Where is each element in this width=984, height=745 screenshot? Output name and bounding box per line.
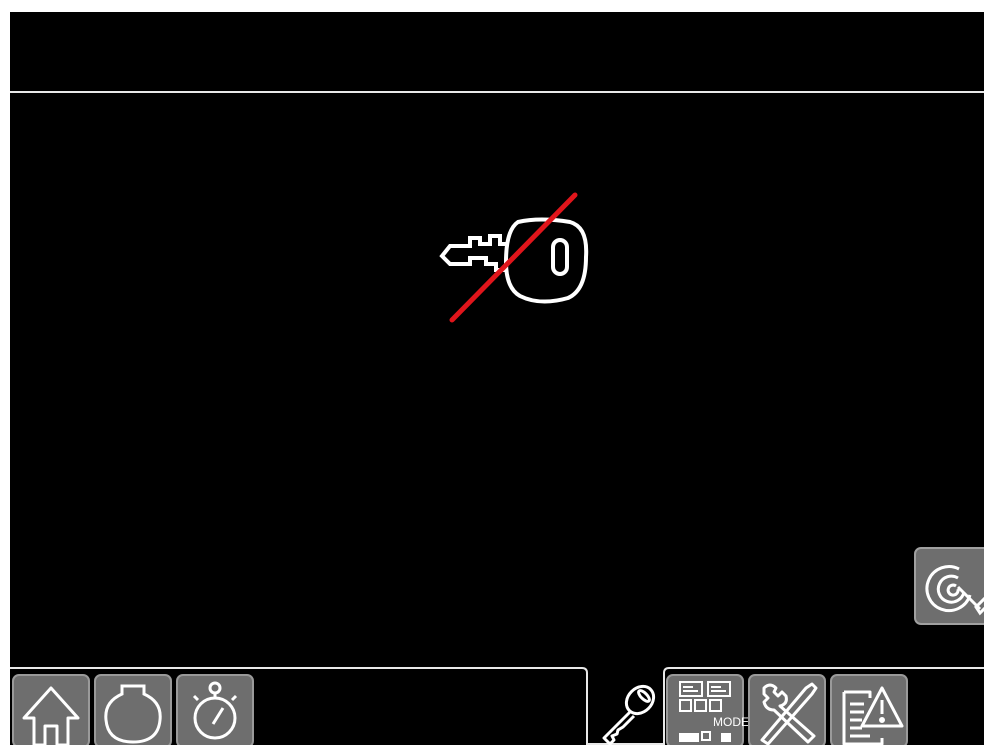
tab-home[interactable] <box>12 674 90 745</box>
header-bar <box>10 12 984 90</box>
display-screen: MODE <box>10 12 984 745</box>
key-icon <box>602 684 656 745</box>
tab-key[interactable] <box>590 676 668 745</box>
key-disabled-icon <box>439 192 589 323</box>
key-bow <box>503 217 589 304</box>
tab-tools[interactable] <box>748 674 826 745</box>
mode-label: MODE <box>713 715 749 729</box>
key-shaft <box>439 234 508 272</box>
tab-drum[interactable] <box>94 674 172 745</box>
header-divider <box>10 91 984 93</box>
calibrate-button[interactable] <box>914 547 984 625</box>
tab-mode[interactable] <box>666 674 744 745</box>
key-slot <box>551 238 569 276</box>
tab-warnings[interactable] <box>830 674 908 745</box>
tab-stopwatch[interactable] <box>176 674 254 745</box>
